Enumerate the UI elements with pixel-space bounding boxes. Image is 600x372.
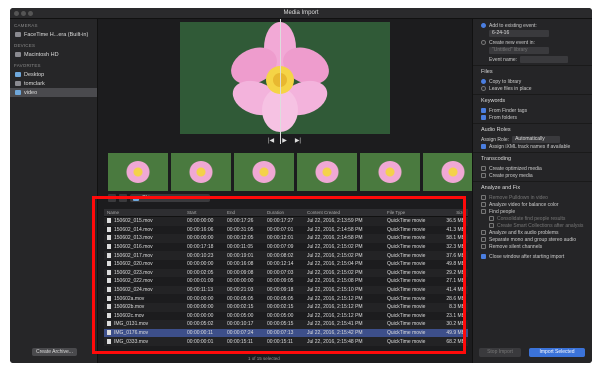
event-name-row: Event name: <box>481 56 586 63</box>
camera-icon <box>15 32 21 37</box>
home-icon <box>15 81 21 86</box>
checkbox-icon <box>489 223 494 228</box>
checkbox-icon <box>481 254 486 259</box>
optimized-media-checkbox[interactable]: Create optimized media <box>481 165 586 172</box>
sidebar-item-tomclark[interactable]: tomclark <box>10 79 97 88</box>
disk-icon <box>15 52 21 57</box>
sidebar-section-devices: DEVICES <box>14 43 36 48</box>
skip-forward-icon[interactable]: ▶| <box>295 137 301 144</box>
screenshot-canvas: Media Import CAMERAS FaceTime H...era (B… <box>0 0 600 372</box>
checkbox-icon <box>481 108 486 113</box>
play-icon[interactable]: ▶ <box>282 137 287 144</box>
existing-event-select[interactable]: 6-24-16 <box>489 30 549 37</box>
analyze-section: Analyze and Fix Remove Pulldown in video… <box>473 182 592 262</box>
audio-roles-header: Audio Roles <box>481 127 511 133</box>
radio-icon <box>481 79 486 84</box>
proxy-media-checkbox[interactable]: Create proxy media <box>481 172 586 179</box>
analyze-header: Analyze and Fix <box>481 185 521 191</box>
checkbox-icon <box>481 230 486 235</box>
import-selected-button[interactable]: Import Selected <box>529 348 585 357</box>
filmstrip-frame <box>171 153 231 191</box>
sidebar-section-cameras: CAMERAS <box>14 23 38 28</box>
filmstrip-frame <box>108 153 168 191</box>
filmstrip-frame <box>423 153 478 191</box>
video-viewer[interactable] <box>180 22 390 134</box>
event-section: Add to existing event: 6-24-16 Create ne… <box>473 19 592 66</box>
assign-role-select[interactable]: Automatically <box>512 136 561 143</box>
filmstrip-frame <box>360 153 420 191</box>
balance-color-checkbox[interactable]: Analyze video for balance color <box>481 201 586 208</box>
find-people-checkbox[interactable]: Find people <box>481 208 586 215</box>
checkbox-icon <box>481 144 486 149</box>
highlight-box <box>92 196 466 354</box>
stop-import-button[interactable]: Stop Import <box>479 348 521 357</box>
assign-ixml-checkbox[interactable]: Assign iXML track names if available <box>481 143 586 150</box>
window-title: Media Import <box>283 10 319 16</box>
checkbox-icon <box>481 173 486 178</box>
event-name-input[interactable] <box>520 56 569 63</box>
checkbox-icon <box>481 166 486 171</box>
create-new-option[interactable]: Create new event in: <box>481 39 586 46</box>
radio-icon <box>481 40 486 45</box>
finder-tags-checkbox[interactable]: From Finder tags <box>481 107 586 114</box>
copy-to-library-option[interactable]: Copy to library <box>481 78 586 85</box>
from-folders-checkbox[interactable]: From folders <box>481 114 586 121</box>
playback-controls: |◀ ▶ ▶| <box>268 137 301 144</box>
checkbox-icon <box>481 202 486 207</box>
filmstrip[interactable] <box>108 153 478 191</box>
assign-role-row: Assign Role: Automatically <box>481 136 586 143</box>
checkbox-icon <box>481 244 486 249</box>
filmstrip-frame <box>234 153 294 191</box>
checkbox-icon <box>481 115 486 120</box>
library-select[interactable]: "Untitled" library <box>489 47 549 54</box>
files-section: Files Copy to library Leave files in pla… <box>473 66 592 95</box>
consolidate-checkbox[interactable]: Consolidate find people results <box>481 215 586 222</box>
audio-problems-checkbox[interactable]: Analyze and fix audio problems <box>481 229 586 236</box>
transcoding-header: Transcoding <box>481 156 512 162</box>
import-options-panel: Add to existing event: 6-24-16 Create ne… <box>472 19 592 363</box>
mono-stereo-checkbox[interactable]: Separate mono and group stereo audio <box>481 236 586 243</box>
folder-icon <box>15 90 21 95</box>
title-bar: Media Import <box>10 8 592 19</box>
audio-roles-section: Audio Roles Assign Role: Automatically As… <box>473 124 592 153</box>
files-header: Files <box>481 69 493 75</box>
folder-icon <box>15 72 21 77</box>
leave-in-place-option[interactable]: Leave files in place <box>481 85 586 92</box>
sidebar-item-video[interactable]: video <box>10 88 97 97</box>
create-archive-button[interactable]: Create Archive... <box>32 348 77 356</box>
radio-icon <box>481 86 486 91</box>
checkbox-icon <box>481 209 486 214</box>
sidebar-item-facetime[interactable]: FaceTime H...era (Built-in) <box>10 30 97 39</box>
checkbox-icon <box>481 195 486 200</box>
smart-collections-checkbox[interactable]: Create Smart Collections after analysis <box>481 222 586 229</box>
add-existing-option[interactable]: Add to existing event: <box>481 22 586 29</box>
playhead-line[interactable] <box>280 19 281 144</box>
selection-status: 1 of 15 selected <box>248 356 280 361</box>
checkbox-icon <box>481 237 486 242</box>
sidebar: CAMERAS FaceTime H...era (Built-in) DEVI… <box>10 19 98 363</box>
sidebar-item-desktop[interactable]: Desktop <box>10 70 97 79</box>
skip-back-icon[interactable]: |◀ <box>268 137 274 144</box>
sidebar-section-favorites: FAVORITES <box>14 63 41 68</box>
checkbox-icon <box>489 216 494 221</box>
keywords-header: Keywords <box>481 98 506 104</box>
keywords-section: Keywords From Finder tags From folders <box>473 95 592 124</box>
pulldown-checkbox[interactable]: Remove Pulldown in video <box>481 194 586 201</box>
silent-channels-checkbox[interactable]: Remove silent channels <box>481 243 586 250</box>
transcoding-section: Transcoding Create optimized media Creat… <box>473 153 592 182</box>
close-window-checkbox[interactable]: Close window after starting import <box>481 253 586 260</box>
sidebar-item-macintosh-hd[interactable]: Macintosh HD <box>10 50 97 59</box>
filmstrip-frame <box>297 153 357 191</box>
radio-icon <box>481 23 486 28</box>
